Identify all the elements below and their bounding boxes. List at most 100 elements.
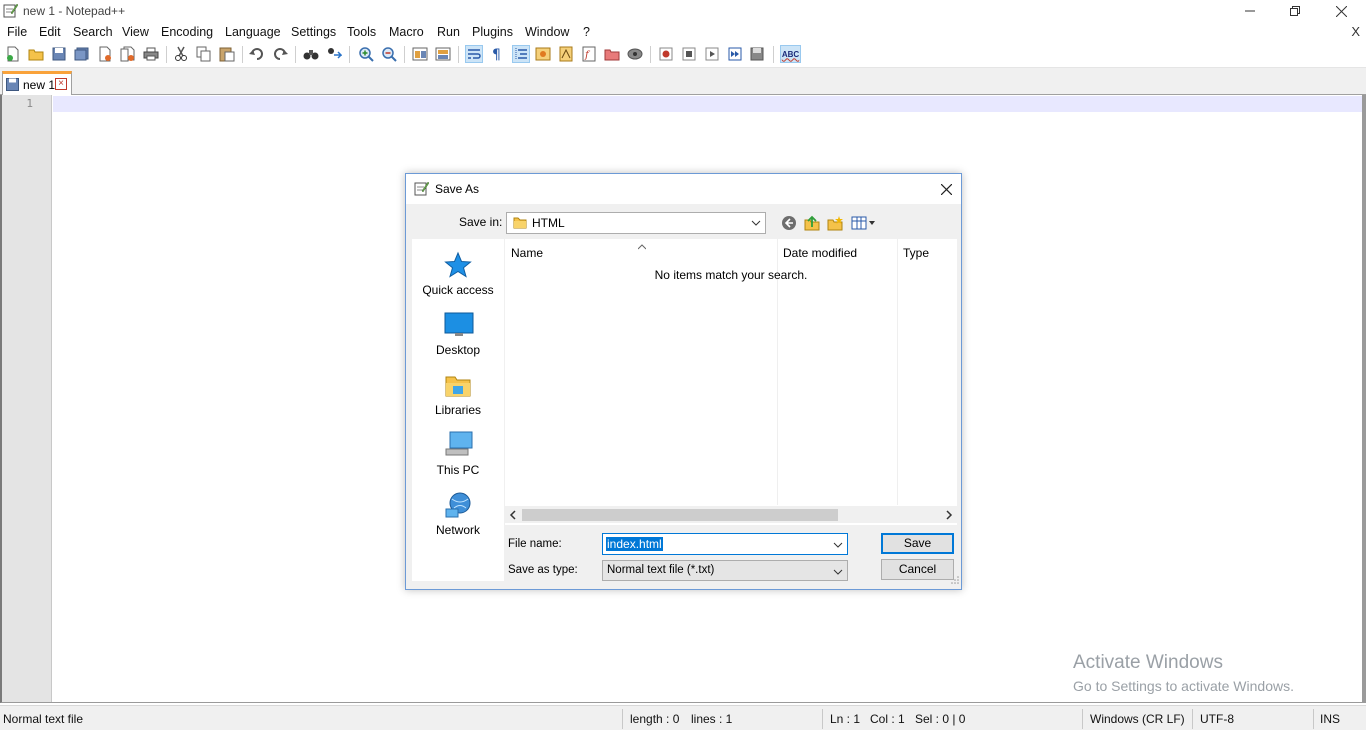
close-window-button[interactable] [1318, 0, 1364, 22]
word-wrap-button[interactable] [465, 45, 483, 63]
menu-tools[interactable]: Tools [347, 25, 376, 39]
scroll-left-icon[interactable] [509, 509, 517, 523]
column-header-type[interactable]: Type [903, 246, 929, 260]
eye-icon [627, 48, 643, 60]
menu-search[interactable]: Search [73, 25, 113, 39]
menu-plugins[interactable]: Plugins [472, 25, 513, 39]
save-all-button[interactable] [73, 45, 91, 63]
spell-check-button[interactable]: ABC [780, 45, 801, 63]
up-folder-icon [804, 215, 820, 231]
sync-horizontal-button[interactable] [434, 45, 452, 63]
document-map-button[interactable] [557, 45, 575, 63]
open-folder-icon [28, 49, 44, 61]
user-language-button[interactable] [534, 45, 552, 63]
menu-encoding[interactable]: Encoding [161, 25, 213, 39]
stop-macro-button[interactable] [680, 45, 698, 63]
play-icon [705, 47, 719, 61]
menu-run[interactable]: Run [437, 25, 460, 39]
close-file-button[interactable] [96, 45, 114, 63]
status-line: Ln : 1 [830, 712, 861, 726]
notepad-app-icon [414, 181, 430, 199]
paste-icon [219, 47, 235, 62]
new-folder-icon [827, 216, 843, 231]
folder-icon [513, 216, 527, 233]
save-button[interactable] [50, 45, 68, 63]
tab-close-icon[interactable]: × [55, 78, 67, 90]
scroll-right-icon[interactable] [945, 509, 953, 523]
menu-view[interactable]: View [122, 25, 149, 39]
save-button[interactable]: Save [881, 533, 954, 554]
place-label: Desktop [435, 343, 481, 357]
play-macro-button[interactable] [703, 45, 721, 63]
back-button[interactable] [780, 214, 798, 232]
horizontal-scrollbar[interactable] [505, 506, 957, 523]
undo-button[interactable] [248, 45, 266, 63]
dialog-close-button[interactable] [931, 174, 961, 204]
back-arrow-icon [782, 216, 796, 230]
function-list-button[interactable]: f [580, 45, 598, 63]
resize-grip-icon[interactable] [951, 573, 959, 587]
folder-workspace-button[interactable] [603, 45, 621, 63]
place-this-pc[interactable]: This PC [412, 427, 504, 487]
save-all-icon [74, 47, 89, 61]
column-header-date-modified[interactable]: Date modified [783, 246, 857, 260]
paste-button[interactable] [218, 45, 236, 63]
tab-new-1[interactable]: new 1 × [2, 71, 72, 95]
open-file-button[interactable] [27, 45, 45, 63]
new-file-button[interactable] [4, 45, 22, 63]
replace-icon [328, 48, 342, 59]
indent-guide-button[interactable] [512, 45, 530, 63]
file-name-input[interactable]: index.html [602, 533, 848, 555]
indent-guide-icon [515, 48, 527, 60]
close-document-button[interactable]: X [1351, 24, 1360, 39]
chevron-down-icon[interactable] [833, 539, 843, 553]
print-button[interactable] [142, 45, 160, 63]
file-list[interactable]: Name Date modified Type No items match y… [505, 239, 957, 525]
tab-label: new 1 [23, 78, 56, 92]
minimize-button[interactable] [1227, 0, 1273, 22]
find-button[interactable] [302, 45, 320, 63]
up-folder-button[interactable] [803, 214, 821, 232]
redo-icon [274, 48, 288, 60]
cut-button[interactable] [172, 45, 190, 63]
zoom-in-button[interactable] [357, 45, 375, 63]
view-menu-button[interactable] [850, 214, 878, 232]
binoculars-icon [303, 50, 319, 60]
place-desktop[interactable]: Desktop [412, 307, 504, 367]
new-file-icon [7, 46, 19, 62]
replace-button[interactable] [325, 45, 343, 63]
star-icon [444, 251, 472, 282]
zoom-out-button[interactable] [380, 45, 398, 63]
copy-button[interactable] [195, 45, 213, 63]
menu-settings[interactable]: Settings [291, 25, 336, 39]
monitoring-button[interactable] [626, 45, 644, 63]
redo-button[interactable] [271, 45, 289, 63]
cancel-button[interactable]: Cancel [881, 559, 954, 580]
column-header-name[interactable]: Name [511, 246, 543, 260]
sync-vertical-button[interactable] [411, 45, 429, 63]
record-macro-button[interactable] [657, 45, 675, 63]
save-in-dropdown[interactable]: HTML [506, 212, 766, 234]
place-libraries[interactable]: Libraries [412, 367, 504, 427]
new-folder-button[interactable] [826, 214, 844, 232]
menu-edit[interactable]: Edit [39, 25, 61, 39]
run-macro-multiple-button[interactable] [726, 45, 744, 63]
menu-language[interactable]: Language [225, 25, 281, 39]
fast-forward-icon [728, 47, 742, 61]
place-network[interactable]: Network [412, 487, 504, 547]
menu-window[interactable]: Window [525, 25, 569, 39]
menu-macro[interactable]: Macro [389, 25, 424, 39]
zoom-out-icon [382, 47, 397, 62]
save-as-type-dropdown[interactable]: Normal text file (*.txt) [602, 560, 848, 581]
show-all-characters-button[interactable]: ¶ [488, 45, 506, 63]
place-quick-access[interactable]: Quick access [412, 247, 504, 307]
menu-help[interactable]: ? [583, 25, 590, 39]
menu-file[interactable]: File [7, 25, 27, 39]
current-line-highlight [53, 96, 1362, 112]
file-name-value: index.html [606, 537, 663, 551]
close-all-button[interactable] [119, 45, 137, 63]
scrollbar-thumb[interactable] [522, 509, 838, 521]
restore-button[interactable] [1272, 0, 1318, 22]
close-icon [1335, 5, 1347, 17]
save-macro-button[interactable] [749, 45, 767, 63]
